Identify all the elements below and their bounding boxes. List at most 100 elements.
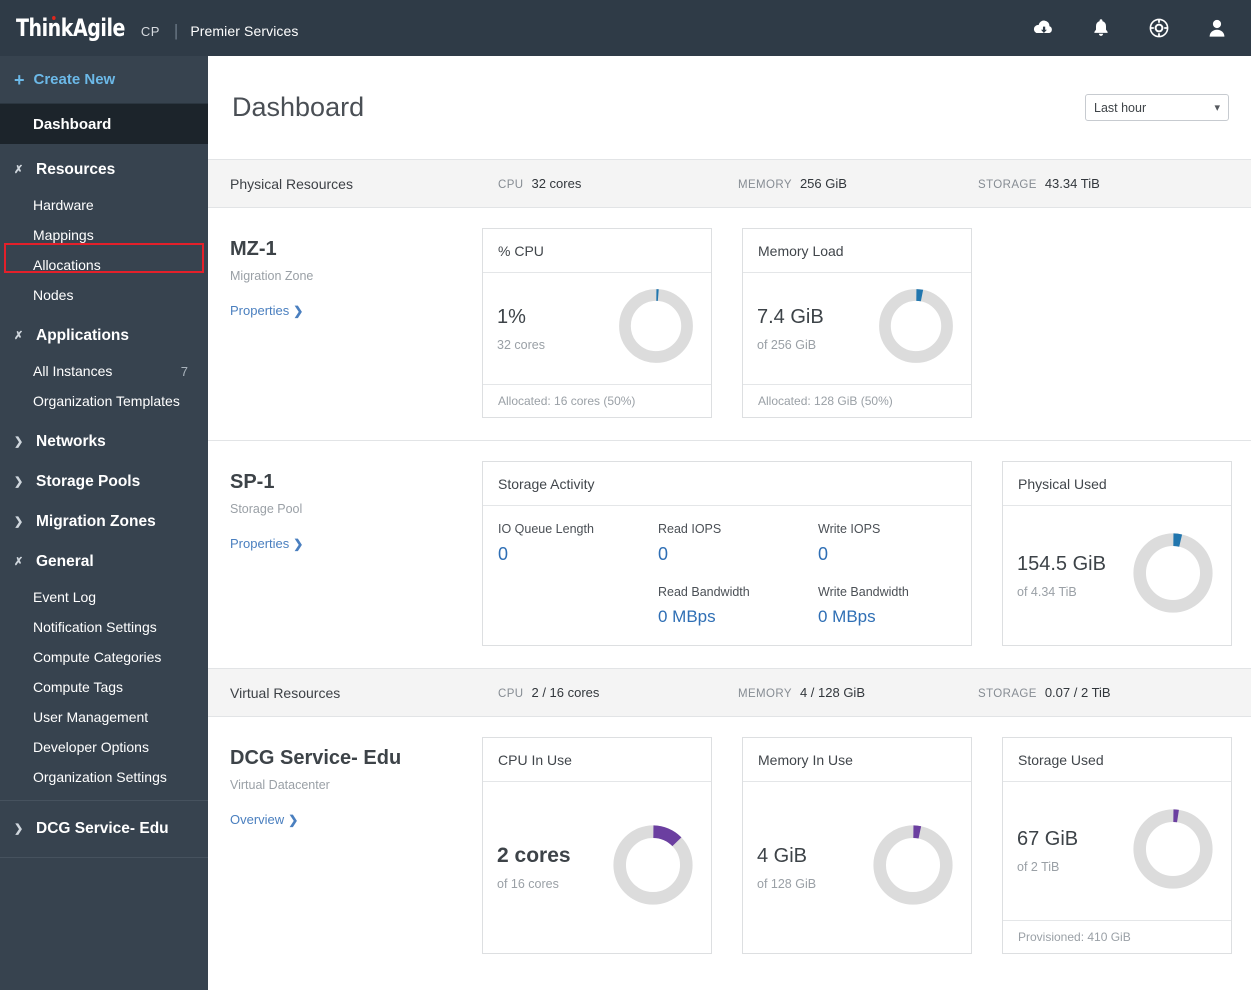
sidebar-item-label: Allocations [33,257,101,273]
sidebar-group-storage-pools[interactable]: ❯ Storage Pools [0,462,208,502]
sidebar-item-organization-templates[interactable]: Organization Templates [0,386,208,416]
sidebar-group-networks[interactable]: ❯ Networks [0,422,208,462]
virtual-resources-bar: Virtual Resources CPU 2 / 16 cores MEMOR… [208,669,1251,717]
create-new-button[interactable]: + Create New [0,56,208,104]
metric-label: MEMORY [738,688,792,700]
sp1-properties-link[interactable]: Properties ❯ [230,536,303,551]
virtual-cpu-metric: CPU 2 / 16 cores [498,685,738,700]
metric-value: 0 [658,544,669,564]
sidebar-item-label: All Instances [33,363,113,379]
metric-label: Write Bandwidth [818,585,909,599]
card-body: 4 GiB of 128 GiB [743,782,971,953]
sidebar-item-dashboard[interactable]: Dashboard [0,104,208,144]
metric-value: 0 MBps [818,607,876,626]
sidebar-group-label: Resources [36,161,116,178]
time-range-select[interactable]: Last hour ▾ [1085,94,1229,121]
io-queue-length-metric: IO Queue Length 0 [498,522,658,565]
brand[interactable]: ThinkAgile CP | Premier Services [16,14,299,42]
cpu-in-use-card: CPU In Use 2 cores of 16 cores [482,737,712,954]
metric-value: 2 cores [497,844,571,867]
sidebar-group-label: Networks [36,433,106,450]
chevron-right-icon: ❯ [14,822,24,835]
sidebar-item-nodes[interactable]: Nodes [0,280,208,310]
link-label: Properties [230,536,290,551]
sidebar-item-compute-categories[interactable]: Compute Categories [0,642,208,672]
metric-subtext: of 256 GiB [757,337,817,352]
sidebar-item-label: Organization Templates [33,393,180,409]
card-title: CPU In Use [483,738,711,782]
card-title: Memory Load [743,229,971,273]
storage-activity-grid: IO Queue Length 0 Read IOPS 0 Write IOPS… [498,522,957,627]
resource-name: MZ-1 [230,238,277,260]
mz1-properties-link[interactable]: Properties ❯ [230,303,303,318]
sidebar-item-hardware[interactable]: Hardware [0,190,208,220]
sidebar-divider [0,800,208,801]
sidebar-group-dcg-service-edu[interactable]: ❯ DCG Service- Edu [0,809,208,849]
card-body: 154.5 GiB of 4.34 TiB [1003,506,1231,645]
metric-text: 4 GiB of 128 GiB [757,845,865,891]
card-title: Memory In Use [743,738,971,782]
bell-icon[interactable] [1089,16,1113,40]
metric-value: 154.5 GiB [1017,552,1106,575]
sidebar-item-event-log[interactable]: Event Log [0,582,208,612]
card-footer: Allocated: 16 cores (50%) [483,384,711,417]
sidebar-item-label: Developer Options [33,739,149,755]
mz1-cards: % CPU 1% 32 cores Allocated: 16 cores (5… [482,228,972,418]
metric-label: STORAGE [978,179,1037,191]
metric-label: CPU [498,688,524,700]
chevron-down-icon: ▾ [1214,102,1220,114]
support-icon[interactable] [1147,16,1171,40]
sidebar-item-all-instances[interactable]: All Instances 7 [0,356,208,386]
card-body: 7.4 GiB of 256 GiB [743,273,971,384]
sidebar-item-compute-tags[interactable]: Compute Tags [0,672,208,702]
chevron-right-icon: ❯ [288,812,299,827]
metric-label: STORAGE [978,688,1037,700]
metric-value: 2 / 16 cores [531,685,600,700]
memory-load-donut [875,285,957,372]
sidebar-item-developer-options[interactable]: Developer Options [0,732,208,762]
sidebar-group-migration-zones[interactable]: ❯ Migration Zones [0,502,208,542]
metric-value: 67 GiB [1017,828,1079,850]
metric-value: 0 [818,544,829,564]
memory-load-card: Memory Load 7.4 GiB of 256 GiB Allocated… [742,228,972,418]
sidebar-item-user-management[interactable]: User Management [0,702,208,732]
metric-label: Write IOPS [818,522,881,536]
user-icon[interactable] [1205,16,1229,40]
sidebar-item-organization-settings[interactable]: Organization Settings [0,762,208,792]
metric-value: 32 cores [531,176,582,191]
chevron-right-icon: ❯ [14,435,24,448]
sidebar-item-label: Compute Categories [33,649,162,665]
storage-used-donut [1129,805,1217,898]
metric-value: 0 [498,544,509,564]
sidebar-group-general[interactable]: ✗ General [0,542,208,582]
cloud-download-icon[interactable] [1031,16,1055,40]
card-body: 67 GiB of 2 TiB [1003,782,1231,920]
card-footer: Allocated: 128 GiB (50%) [743,384,971,417]
virtual-datacenter-row: DCG Service- Edu Virtual Datacenter Over… [208,717,1251,976]
physical-used-donut [1129,529,1217,622]
migration-zone-row: MZ-1 Migration Zone Properties ❯ % CPU 1… [208,208,1251,441]
create-new-label: Create New [33,71,116,88]
storage-used-card: Storage Used 67 GiB of 2 TiB Provisioned… [1002,737,1232,954]
card-title: Storage Activity [483,462,971,506]
metric-text: 7.4 GiB of 256 GiB [757,306,865,352]
physical-storage-metric: STORAGE 43.34 TiB [978,176,1100,191]
chevron-down-icon: ✗ [14,555,24,568]
virtual-storage-metric: STORAGE 0.07 / 2 TiB [978,685,1111,700]
write-bandwidth-metric: Write Bandwidth 0 MBps [818,585,968,627]
dcg-overview-link[interactable]: Overview ❯ [230,812,298,827]
sidebar-item-mappings[interactable]: Mappings [0,220,208,250]
section-title: Virtual Resources [230,684,341,701]
top-bar: ThinkAgile CP | Premier Services [0,0,1251,56]
metric-subtext: of 2 TiB [1017,860,1060,874]
card-body: 1% 32 cores [483,273,711,384]
dcg-label-block: DCG Service- Edu Virtual Datacenter Over… [230,737,482,954]
metric-label: CPU [498,179,524,191]
logo-dot [52,16,56,20]
instance-count-badge: 7 [180,363,188,379]
sidebar-group-resources[interactable]: ✗ Resources [0,150,208,190]
sidebar-item-allocations[interactable]: Allocations [0,250,208,280]
sidebar-group-applications[interactable]: ✗ Applications [0,316,208,356]
sidebar-item-label: Mappings [33,227,94,243]
sidebar-item-notification-settings[interactable]: Notification Settings [0,612,208,642]
